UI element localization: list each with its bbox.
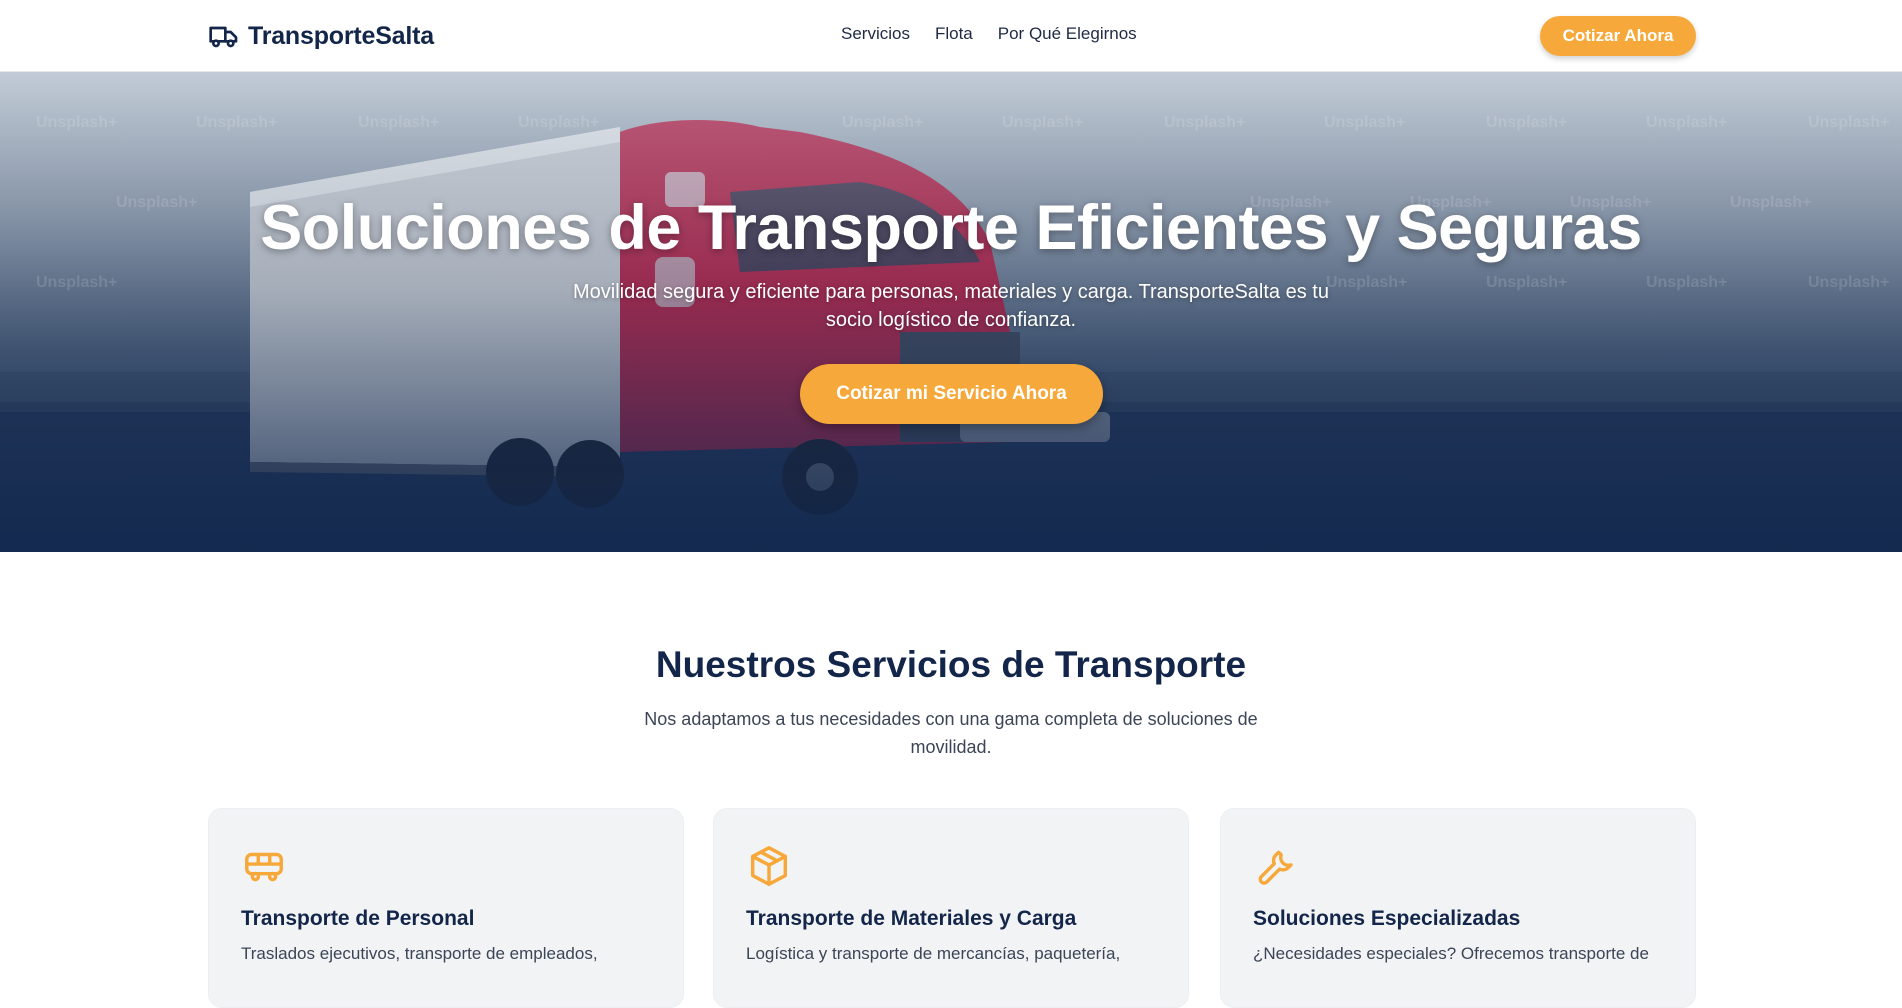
card-title: Transporte de Materiales y Carga [746,907,1077,930]
quote-service-button[interactable]: Cotizar mi Servicio Ahora [800,364,1103,424]
watermark: Unsplash+ [1324,114,1406,131]
card-title: Soluciones Especializadas [1253,907,1521,930]
main-nav: Servicios Flota Por Qué Elegirnos [841,24,1162,44]
box-icon [750,846,788,886]
watermark: Unsplash+ [1808,274,1890,291]
quote-now-button[interactable]: Cotizar Ahora [1540,16,1696,56]
nav-por-que-elegirnos[interactable]: Por Qué Elegirnos [998,24,1137,44]
truck-icon [209,26,238,48]
bus-icon [245,852,283,882]
card-text: ¿Necesidades especiales? Ofrecemos trans… [1253,944,1649,963]
site-header: TransporteSalta Servicios Flota Por Qué … [0,0,1902,72]
service-card-especializadas[interactable]: Soluciones Especializadas ¿Necesidades e… [1220,808,1696,1008]
brand-logo[interactable]: TransporteSalta [208,20,434,52]
card-text: Logística y transporte de mercancías, pa… [746,944,1121,963]
watermark: Unsplash+ [1646,114,1728,131]
watermark: Unsplash+ [1808,114,1890,131]
watermark: Unsplash+ [358,114,440,131]
watermark: Unsplash+ [1486,274,1568,291]
watermark: Unsplash+ [36,114,118,131]
watermark: Unsplash+ [1646,274,1728,291]
watermark: Unsplash+ [1002,114,1084,131]
watermark: Unsplash+ [196,114,278,131]
watermark: Unsplash+ [518,114,600,131]
hero-title: Soluciones de Transporte Eficientes y Se… [260,193,1642,263]
hero-section: Unsplash+ Unsplash+ Unsplash+ Unsplash+ … [0,72,1902,552]
service-card-carga[interactable]: Transporte de Materiales y Carga Logísti… [713,808,1189,1008]
nav-flota[interactable]: Flota [935,24,973,44]
watermark: Unsplash+ [1164,114,1246,131]
hero-subtitle: Movilidad segura y eficiente para person… [573,281,1329,331]
wrench-icon [1258,850,1293,885]
nav-servicios[interactable]: Servicios [841,24,910,44]
watermark: Unsplash+ [842,114,924,131]
card-title: Transporte de Personal [241,907,475,930]
service-card-personal[interactable]: Transporte de Personal Traslados ejecuti… [208,808,684,1008]
watermark: Unsplash+ [36,274,118,291]
services-subtitle: Nos adaptamos a tus necesidades con una … [644,709,1258,757]
services-title: Nuestros Servicios de Transporte [655,644,1247,685]
brand-name: TransporteSalta [248,21,434,50]
watermark: Unsplash+ [1486,114,1568,131]
card-text: Traslados ejecutivos, transporte de empl… [241,944,598,963]
